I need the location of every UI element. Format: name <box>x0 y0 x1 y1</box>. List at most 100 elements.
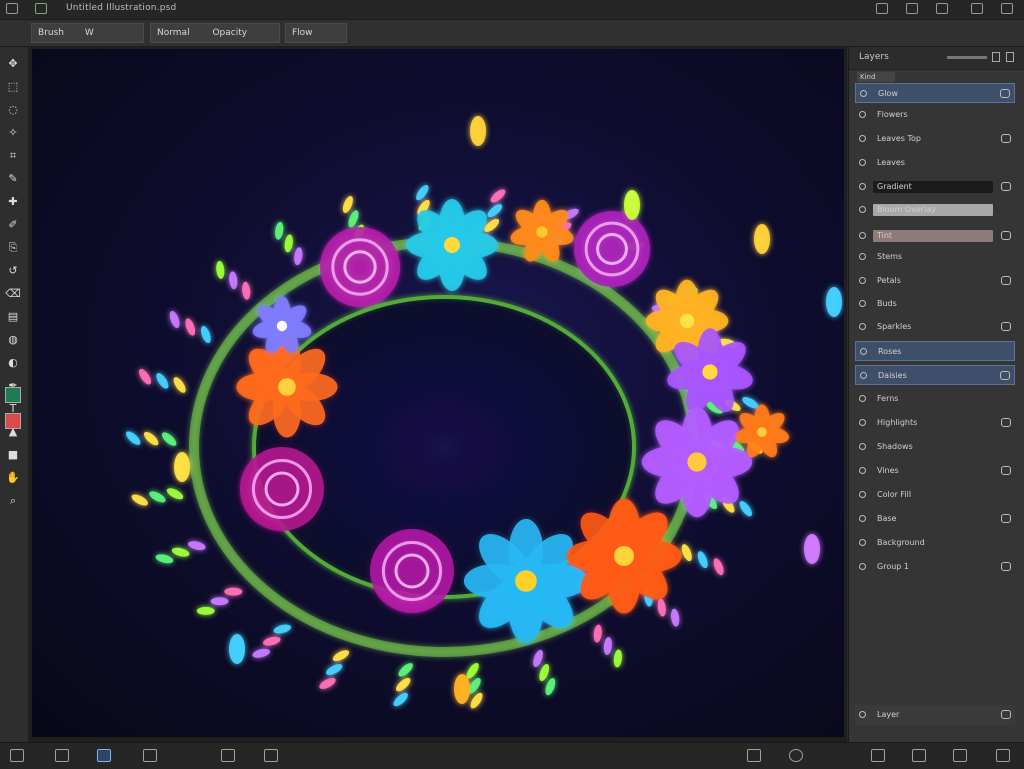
layer-row[interactable]: Leaves <box>855 153 1015 173</box>
tool-preset[interactable]: Brush W <box>31 23 144 43</box>
visibility-icon[interactable] <box>859 491 866 498</box>
lock-icon[interactable] <box>1001 562 1011 571</box>
layer-row[interactable]: Stems <box>855 247 1015 267</box>
visibility-icon[interactable] <box>859 467 866 474</box>
clone-tool-icon[interactable]: ⎘ <box>5 241 21 255</box>
layer-row[interactable]: Tint <box>855 226 1015 246</box>
layer-row[interactable]: Shadows <box>855 437 1015 457</box>
lock-icon[interactable] <box>1001 182 1011 191</box>
visibility-icon[interactable] <box>859 563 866 570</box>
visibility-icon[interactable] <box>859 206 866 213</box>
brush-tool-icon[interactable]: ✐ <box>5 218 21 232</box>
layer-row[interactable]: Daisies <box>855 365 1015 385</box>
layer-row[interactable]: Ferns <box>855 389 1015 409</box>
foreground-color-swatch[interactable] <box>5 387 21 403</box>
visibility-icon[interactable] <box>859 232 866 239</box>
layer-row[interactable]: Buds <box>855 294 1015 314</box>
visibility-icon[interactable] <box>860 348 867 355</box>
visibility-icon[interactable] <box>859 419 866 426</box>
account-icon[interactable] <box>1001 3 1013 14</box>
visibility-icon[interactable] <box>859 711 866 718</box>
lock-icon[interactable] <box>1001 466 1011 475</box>
layer-row[interactable]: Group 1 <box>855 557 1015 577</box>
layer-row[interactable]: Color Fill <box>855 485 1015 505</box>
layout-icon[interactable] <box>912 749 926 762</box>
visibility-icon[interactable] <box>859 135 866 142</box>
eyedropper-tool-icon[interactable]: ✎ <box>5 172 21 186</box>
layer-filter[interactable]: Kind <box>857 72 895 82</box>
grid-icon[interactable] <box>871 749 885 762</box>
image-icon[interactable] <box>55 749 69 762</box>
app-icon[interactable] <box>6 3 18 14</box>
blur-tool-icon[interactable]: ◍ <box>5 333 21 347</box>
layer-row[interactable]: Roses <box>855 341 1015 361</box>
visibility-icon[interactable] <box>859 539 866 546</box>
grid-icon[interactable] <box>906 3 918 14</box>
zoom-tool-icon[interactable]: ⌕ <box>5 494 21 508</box>
lock-icon[interactable] <box>1001 276 1011 285</box>
hand-tool-icon[interactable]: ✋ <box>5 471 21 485</box>
panel-collapse-icon[interactable] <box>1006 52 1014 62</box>
layer-row[interactable]: Vines <box>855 461 1015 481</box>
layer-row[interactable]: Petals <box>855 271 1015 291</box>
layer-row[interactable]: Highlights <box>855 413 1015 433</box>
visibility-icon[interactable] <box>859 253 866 260</box>
layer-row[interactable]: Flowers <box>855 105 1015 125</box>
lock-icon[interactable] <box>1001 231 1011 240</box>
lock-icon[interactable] <box>1000 89 1010 98</box>
visibility-icon[interactable] <box>859 277 866 284</box>
layer-row[interactable]: Glow <box>855 83 1015 103</box>
lock-icon[interactable] <box>1000 371 1010 380</box>
dodge-tool-icon[interactable]: ◐ <box>5 356 21 370</box>
visibility-icon[interactable] <box>859 395 866 402</box>
marquee-tool-icon[interactable]: ⬚ <box>5 80 21 94</box>
mode-select[interactable]: Normal Opacity <box>150 23 280 43</box>
lock-icon[interactable] <box>1001 418 1011 427</box>
layers-icon[interactable] <box>97 749 111 762</box>
magic-wand-tool-icon[interactable]: ✧ <box>5 126 21 140</box>
layer-row[interactable]: Sparkles <box>855 317 1015 337</box>
lasso-tool-icon[interactable]: ◌ <box>5 103 21 117</box>
visibility-icon[interactable] <box>859 183 866 190</box>
shape-tool-icon[interactable]: ■ <box>5 448 21 462</box>
lock-icon[interactable] <box>1001 710 1011 719</box>
adjust-icon[interactable] <box>789 749 803 762</box>
panel-options-icon[interactable] <box>992 52 1000 62</box>
visibility-icon[interactable] <box>860 90 867 97</box>
canvas[interactable] <box>32 49 844 737</box>
eraser-tool-icon[interactable]: ⌫ <box>5 287 21 301</box>
flow-field[interactable]: Flow <box>285 23 347 43</box>
visibility-icon[interactable] <box>860 372 867 379</box>
document-icon[interactable] <box>35 3 47 14</box>
lock-icon[interactable] <box>1001 134 1011 143</box>
visibility-icon[interactable] <box>859 443 866 450</box>
layer-row[interactable]: Bloom Overlay <box>855 200 1015 220</box>
visibility-icon[interactable] <box>859 323 866 330</box>
star-icon[interactable] <box>936 3 948 14</box>
history-brush-tool-icon[interactable]: ↺ <box>5 264 21 278</box>
layer-row[interactable]: Background <box>855 533 1015 553</box>
text-icon[interactable] <box>264 749 278 762</box>
lock-icon[interactable] <box>1001 322 1011 331</box>
export-icon[interactable] <box>996 749 1010 762</box>
move-tool-icon[interactable]: ✥ <box>5 57 21 71</box>
frame-icon[interactable] <box>221 749 235 762</box>
healing-tool-icon[interactable]: ✚ <box>5 195 21 209</box>
layer-row[interactable]: Gradient <box>855 177 1015 197</box>
lock-icon[interactable] <box>1001 514 1011 523</box>
visibility-icon[interactable] <box>859 111 866 118</box>
mask-icon[interactable] <box>747 749 761 762</box>
background-color-swatch[interactable] <box>5 413 21 429</box>
layer-row[interactable]: Base <box>855 509 1015 529</box>
visibility-icon[interactable] <box>859 515 866 522</box>
layout-icon[interactable] <box>876 3 888 14</box>
settings-icon[interactable] <box>953 749 967 762</box>
history-icon[interactable] <box>143 749 157 762</box>
download-icon[interactable] <box>971 3 983 14</box>
visibility-icon[interactable] <box>859 300 866 307</box>
layer-row[interactable]: Leaves Top <box>855 129 1015 149</box>
gradient-tool-icon[interactable]: ▤ <box>5 310 21 324</box>
layer-footer-row[interactable]: Layer <box>855 705 1015 725</box>
document-icon[interactable] <box>10 749 24 762</box>
visibility-icon[interactable] <box>859 159 866 166</box>
